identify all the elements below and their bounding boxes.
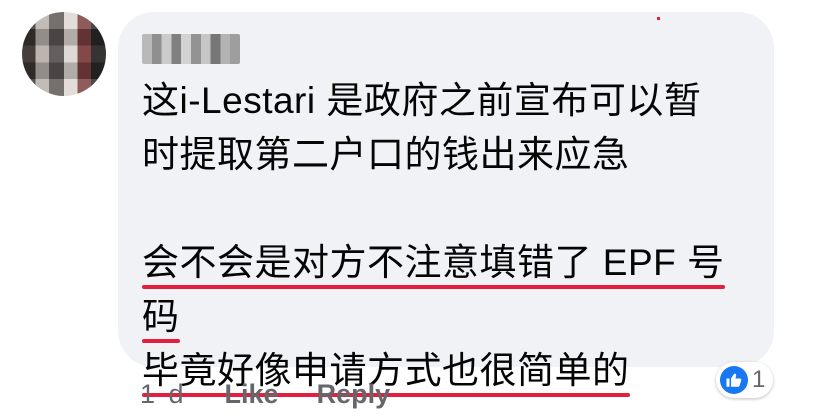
timestamp[interactable]: 1 d: [140, 379, 187, 410]
comment-line-underlined: 码: [142, 290, 180, 344]
comment-actions: 1 d Like Reply: [140, 372, 428, 416]
comment-text: 这i-Lestari 是政府之前宣布可以暂 时提取第二户口的钱出来应急 会不会是…: [142, 74, 752, 398]
reaction-summary[interactable]: 1: [716, 362, 774, 398]
comment-bubble: 这i-Lestari 是政府之前宣布可以暂 时提取第二户口的钱出来应急 会不会是…: [118, 12, 774, 397]
comment-line: 这i-Lestari 是政府之前宣布可以暂: [142, 80, 702, 121]
comment-line-underlined: 会不会是对方不注意填错了 EPF 号: [142, 236, 725, 290]
reaction-count: 1: [752, 366, 766, 393]
underlined-line-wrapper: 码: [142, 290, 752, 344]
reply-button[interactable]: Reply: [317, 379, 391, 410]
annotation-dot: [657, 17, 660, 20]
commenter-name-blurred[interactable]: [142, 34, 240, 64]
comment-screen: 这i-Lestari 是政府之前宣布可以暂 时提取第二户口的钱出来应急 会不会是…: [0, 0, 828, 419]
comment-line: 时提取第二户口的钱出来应急: [142, 134, 630, 175]
like-button[interactable]: Like: [225, 379, 279, 410]
underlined-line-wrapper: 会不会是对方不注意填错了 EPF 号: [142, 236, 752, 290]
avatar[interactable]: [22, 12, 106, 96]
thumbs-up-icon: [720, 366, 748, 394]
